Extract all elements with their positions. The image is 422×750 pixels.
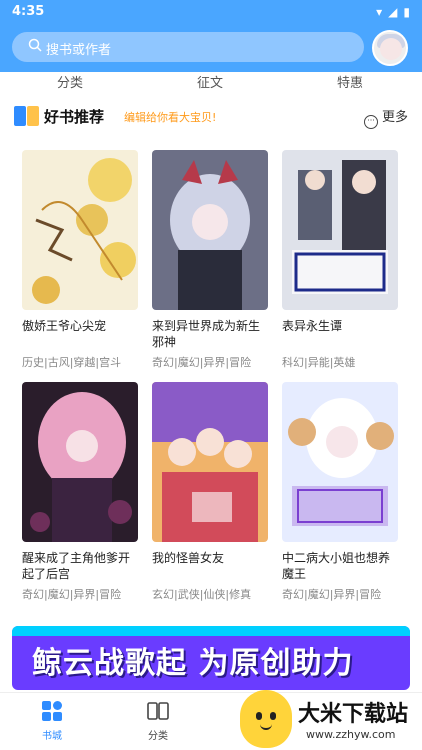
book-icon	[14, 106, 40, 126]
cover-image	[152, 150, 268, 310]
search-icon	[28, 38, 42, 52]
book-card[interactable]: 醒来成了主角他爹开起了后宫 奇幻|魔幻|异界|冒险	[22, 382, 138, 602]
nav-item-essay[interactable]: 征文	[170, 72, 250, 91]
watermark-url: www.zzhyw.com	[306, 728, 396, 741]
book-title: 中二病大小姐也想养魔王	[282, 551, 391, 581]
battery-icon: ▮	[403, 5, 410, 19]
status-time: 4:35	[12, 4, 45, 19]
more-button[interactable]: ··· 更多	[363, 106, 408, 129]
book-tags: 科幻|异能|英雄	[282, 356, 356, 369]
book-tags: 奇幻|魔幻|异界|冒险	[282, 588, 382, 601]
cover-image	[282, 150, 398, 310]
top-nav: 分类 征文 特惠	[0, 72, 422, 96]
book-tags: 历史|古风|穿越|宫斗	[22, 356, 122, 369]
section-subtitle: 编辑给你看大宝贝!	[124, 111, 217, 124]
book-cover[interactable]	[22, 150, 138, 310]
more-icon: ···	[363, 115, 378, 129]
recommend-section-header: 好书推荐 编辑给你看大宝贝! ··· 更多	[14, 104, 414, 129]
status-bar: 4:35 ▾ ◢ ▮	[0, 0, 422, 26]
book-title: 傲娇王爷心尖宠	[22, 319, 107, 333]
cover-image	[22, 382, 138, 542]
book-card[interactable]: 表异永生谭 科幻|异能|英雄	[282, 150, 398, 370]
search-input[interactable]: 搜书或作者	[12, 32, 364, 62]
tab-category[interactable]: 分类	[128, 699, 188, 742]
more-label: 更多	[381, 110, 408, 125]
book-title: 表异永生谭	[282, 319, 343, 333]
signal-icon: ◢	[388, 5, 398, 19]
book-tags: 玄幻|武侠|仙侠|修真	[152, 588, 252, 601]
book-cover[interactable]	[152, 150, 268, 310]
book-cover[interactable]	[22, 382, 138, 542]
book-cover[interactable]	[152, 382, 268, 542]
book-title: 醒来成了主角他爹开起了后宫	[22, 551, 131, 581]
watermark-name: 大米下载站	[298, 702, 409, 727]
mascot-egg	[240, 690, 292, 748]
nav-item-discount[interactable]: 特惠	[310, 72, 390, 91]
tab-label: 分类	[148, 731, 168, 742]
book-tags: 奇幻|魔幻|异界|冒险	[22, 588, 122, 601]
cover-image	[152, 382, 268, 542]
book-card[interactable]: 傲娇王爷心尖宠 历史|古风|穿越|宫斗	[22, 150, 138, 370]
tab-bookstore[interactable]: 书城	[22, 699, 82, 742]
bookstore-icon	[40, 699, 64, 723]
search-placeholder: 搜书或作者	[46, 43, 112, 58]
book-card[interactable]: 我的怪兽女友 玄幻|武侠|仙侠|修真	[152, 382, 268, 602]
book-open-icon	[146, 699, 170, 723]
tab-label: 书城	[42, 731, 62, 742]
watermark: 大米下载站 www.zzhyw.com	[234, 688, 422, 750]
book-title: 我的怪兽女友	[152, 551, 225, 565]
book-title: 来到异世界成为新生邪神	[152, 319, 261, 349]
section-title: 好书推荐	[44, 108, 105, 126]
banner-text: 鲸云战歌起 为原创助力	[32, 646, 354, 681]
promo-banner[interactable]: 鲸云战歌起 为原创助力	[12, 626, 410, 690]
cover-image	[22, 150, 138, 310]
wifi-icon: ▾	[376, 5, 383, 19]
book-cover[interactable]	[282, 382, 398, 542]
cover-image	[282, 382, 398, 542]
book-cover[interactable]	[282, 150, 398, 310]
book-card[interactable]: 来到异世界成为新生邪神 奇幻|魔幻|异界|冒险	[152, 150, 268, 370]
status-icons: ▾ ◢ ▮	[376, 5, 410, 19]
book-card[interactable]: 中二病大小姐也想养魔王 奇幻|魔幻|异界|冒险	[282, 382, 398, 602]
book-tags: 奇幻|魔幻|异界|冒险	[152, 356, 252, 369]
nav-item-category[interactable]: 分类	[30, 72, 110, 91]
avatar[interactable]	[372, 30, 408, 66]
